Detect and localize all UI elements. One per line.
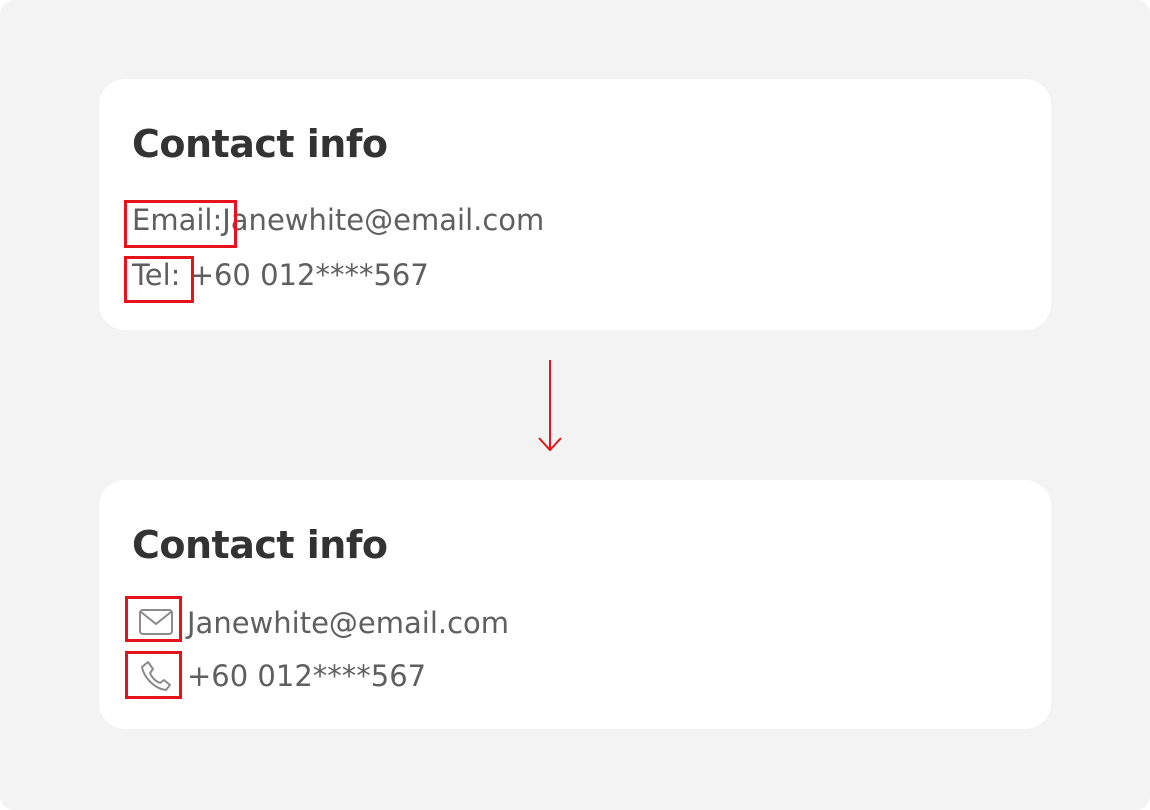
contact-card-before: Contact info Email:Janewhite@email.com T… xyxy=(99,79,1051,330)
email-label-highlight xyxy=(124,200,237,248)
mail-icon-highlight xyxy=(125,596,182,642)
email-value: Janewhite@email.com xyxy=(222,203,545,237)
email-value: Janewhite@email.com xyxy=(187,606,510,640)
down-arrow-icon xyxy=(538,360,562,452)
canvas: Contact info Email:Janewhite@email.com T… xyxy=(0,0,1150,810)
tel-label-highlight xyxy=(124,256,194,303)
contact-card-after: Contact info Janewhite@email.com +60 012… xyxy=(99,480,1051,729)
phone-icon-highlight xyxy=(125,651,182,699)
tel-value: +60 012****567 xyxy=(189,258,429,292)
card-title: Contact info xyxy=(132,122,388,166)
tel-value: +60 012****567 xyxy=(187,659,427,693)
card-title: Contact info xyxy=(132,523,388,567)
